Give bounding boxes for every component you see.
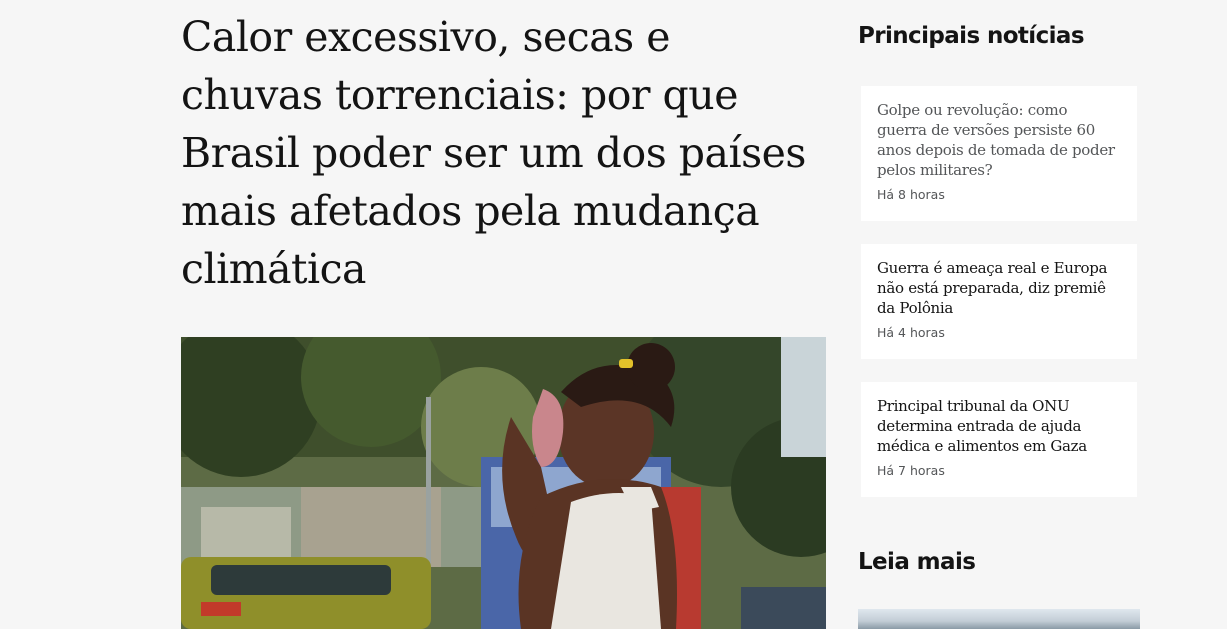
top-news-headline[interactable]: Guerra é ameaça real e Europa não está p… xyxy=(877,258,1121,318)
top-news-timestamp: Há 8 horas xyxy=(877,187,945,202)
top-news-timestamp: Há 4 horas xyxy=(877,325,945,340)
read-more-heading: Leia mais xyxy=(858,549,976,575)
top-news-headline[interactable]: Golpe ou revolução: como guerra de versõ… xyxy=(877,100,1121,180)
read-more-thumbnail[interactable] xyxy=(858,609,1140,629)
top-news-headline[interactable]: Principal tribunal da ONU determina entr… xyxy=(877,396,1121,456)
top-news-timestamp: Há 7 horas xyxy=(877,463,945,478)
top-news-card[interactable]: Guerra é ameaça real e Europa não está p… xyxy=(861,244,1137,359)
article-headline: Calor excessivo, secas e chuvas torrenci… xyxy=(181,13,806,293)
top-news-heading: Principais notícias xyxy=(858,23,1085,49)
article-hero-image xyxy=(181,337,826,629)
top-news-card[interactable]: Principal tribunal da ONU determina entr… xyxy=(861,382,1137,497)
top-news-card[interactable]: Golpe ou revolução: como guerra de versõ… xyxy=(861,86,1137,221)
